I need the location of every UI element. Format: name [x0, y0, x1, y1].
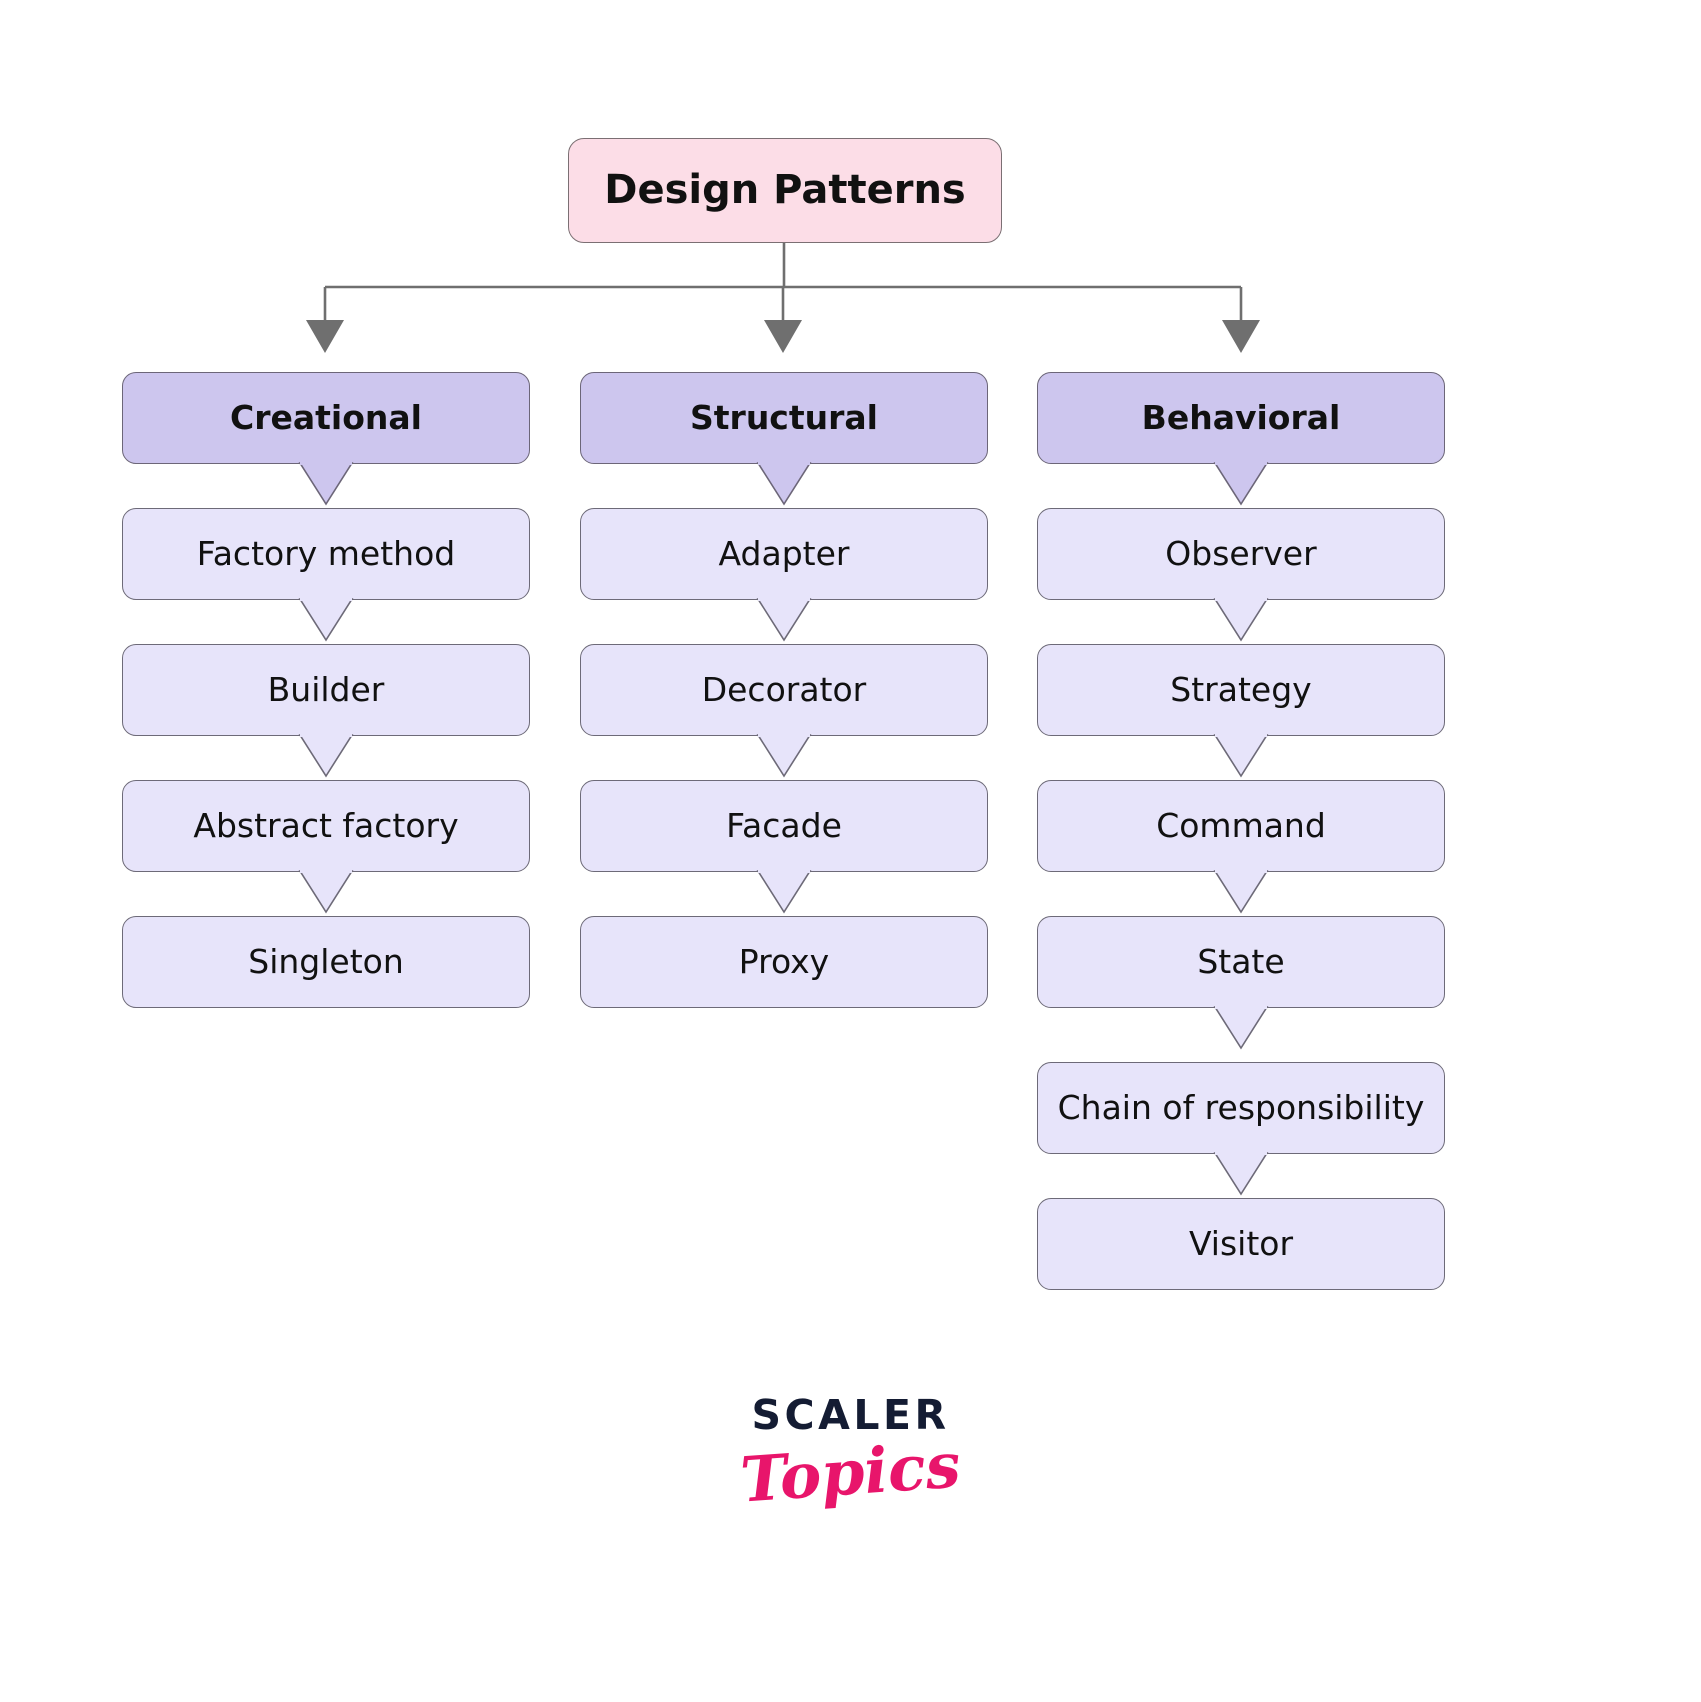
tail-state-to-chain-of-responsibility [1213, 1006, 1269, 1050]
node-category-structural-label: Structural [690, 397, 878, 437]
node-pattern-command-label: Command [1156, 805, 1326, 845]
tail-decorator-to-facade [756, 734, 812, 778]
node-pattern-decorator-label: Decorator [701, 669, 867, 709]
node-root-design-patterns[interactable]: Design Patterns [568, 138, 1002, 243]
scaler-topics-logo: SCALER Topics [0, 1395, 1701, 1517]
node-pattern-observer-label: Observer [1165, 533, 1317, 573]
arrow-to-creational-icon [306, 320, 344, 353]
node-pattern-adapter-label: Adapter [718, 533, 850, 573]
node-pattern-facade-label: Facade [726, 805, 842, 845]
node-pattern-factory-method[interactable]: Factory method [122, 508, 530, 600]
tail-chain-of-responsibility-to-visitor [1213, 1152, 1269, 1196]
node-pattern-strategy[interactable]: Strategy [1037, 644, 1445, 736]
node-pattern-chain-of-responsibility-label: Chain of responsibility [1057, 1087, 1425, 1127]
tail-adapter-to-decorator [756, 598, 812, 642]
node-pattern-factory-method-label: Factory method [196, 533, 456, 573]
tail-command-to-state [1213, 870, 1269, 914]
tail-strategy-to-command [1213, 734, 1269, 778]
node-pattern-observer[interactable]: Observer [1037, 508, 1445, 600]
tail-builder-to-abstract-factory [298, 734, 354, 778]
tail-creational-to-factory-method [298, 462, 354, 506]
tail-facade-to-proxy [756, 870, 812, 914]
node-pattern-command[interactable]: Command [1037, 780, 1445, 872]
node-pattern-builder[interactable]: Builder [122, 644, 530, 736]
node-pattern-visitor[interactable]: Visitor [1037, 1198, 1445, 1290]
node-pattern-singleton-label: Singleton [248, 941, 404, 981]
node-pattern-abstract-factory[interactable]: Abstract factory [122, 780, 530, 872]
node-pattern-proxy[interactable]: Proxy [580, 916, 988, 1008]
arrow-to-behavioral-icon [1222, 320, 1260, 353]
node-category-structural[interactable]: Structural [580, 372, 988, 464]
node-pattern-facade[interactable]: Facade [580, 780, 988, 872]
diagram-canvas: Design Patterns Creational Factory metho… [0, 0, 1701, 1702]
node-category-behavioral-label: Behavioral [1141, 397, 1341, 437]
tail-observer-to-strategy [1213, 598, 1269, 642]
node-pattern-state[interactable]: State [1037, 916, 1445, 1008]
tail-factory-method-to-builder [298, 598, 354, 642]
node-category-behavioral[interactable]: Behavioral [1037, 372, 1445, 464]
node-pattern-decorator[interactable]: Decorator [580, 644, 988, 736]
node-pattern-abstract-factory-label: Abstract factory [193, 805, 459, 845]
node-category-creational[interactable]: Creational [122, 372, 530, 464]
node-pattern-visitor-label: Visitor [1188, 1223, 1294, 1263]
node-pattern-strategy-label: Strategy [1170, 669, 1312, 709]
node-root-label: Design Patterns [604, 167, 966, 214]
tail-behavioral-to-observer [1213, 462, 1269, 506]
node-category-creational-label: Creational [230, 397, 422, 437]
node-pattern-state-label: State [1197, 941, 1285, 981]
node-pattern-adapter[interactable]: Adapter [580, 508, 988, 600]
node-pattern-builder-label: Builder [267, 669, 385, 709]
node-pattern-proxy-label: Proxy [738, 941, 830, 981]
tail-structural-to-adapter [756, 462, 812, 506]
arrow-to-structural-icon [764, 320, 802, 353]
node-pattern-chain-of-responsibility[interactable]: Chain of responsibility [1037, 1062, 1445, 1154]
node-pattern-singleton[interactable]: Singleton [122, 916, 530, 1008]
tail-abstract-factory-to-singleton [298, 870, 354, 914]
